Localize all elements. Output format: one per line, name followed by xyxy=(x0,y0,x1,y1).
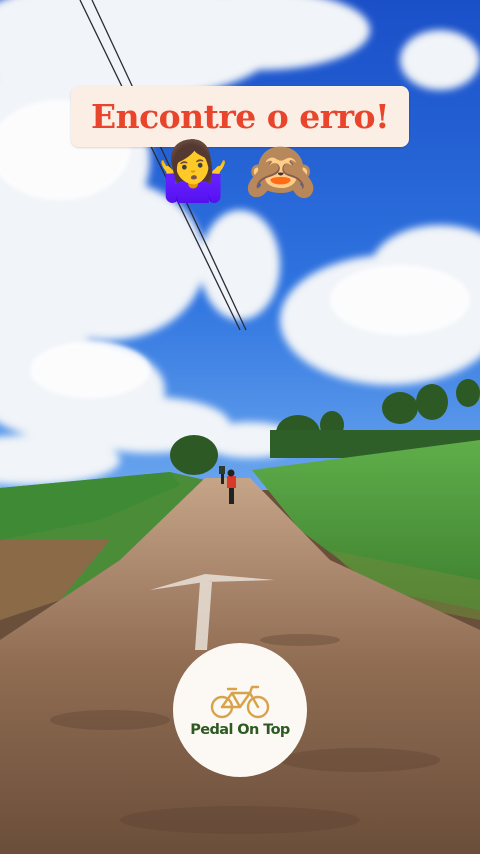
person-shrugging-emoji: 🤷‍♀️ xyxy=(157,137,230,205)
brand-name: Pedal On Top xyxy=(190,721,290,738)
see-no-evil-monkey-emoji: 🙈 xyxy=(244,137,317,205)
title-text: Encontre o erro! xyxy=(90,97,390,136)
brand-logo: Pedal On Top xyxy=(173,643,307,777)
bicycle-icon xyxy=(210,685,270,718)
emoji-row: 🤷‍♀️ 🙈 xyxy=(157,136,317,210)
